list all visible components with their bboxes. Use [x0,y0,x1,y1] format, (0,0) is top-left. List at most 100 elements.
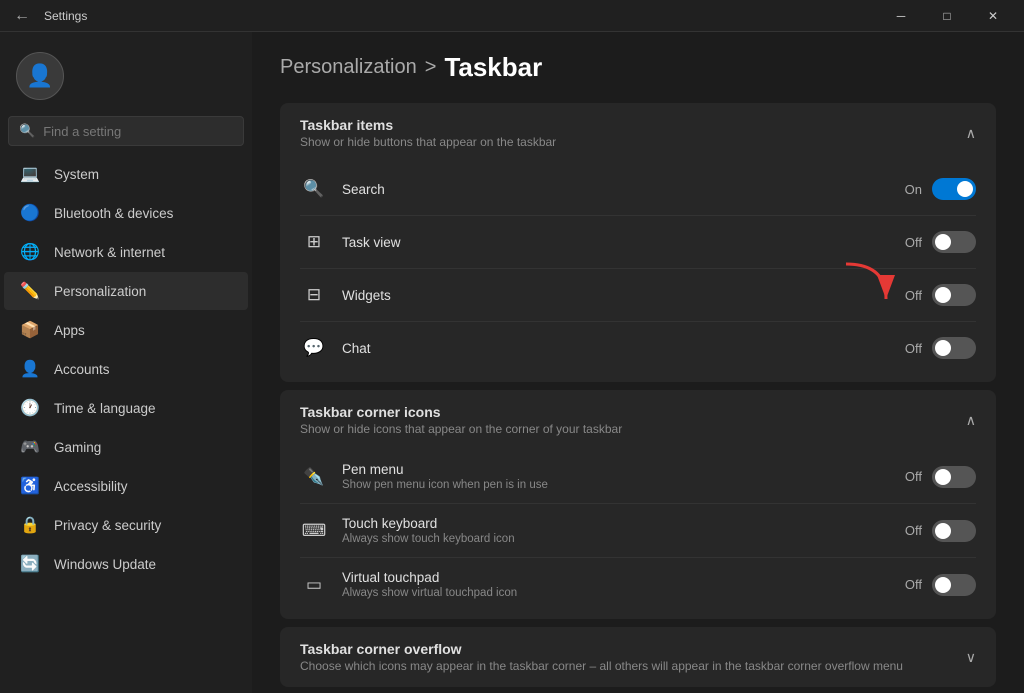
breadcrumb-parent[interactable]: Personalization [280,56,417,79]
section-header-taskbar-corner-overflow[interactable]: Taskbar corner overflow Choose which ico… [280,627,996,687]
sidebar-item-system[interactable]: 💻 System [4,155,248,193]
update-icon: 🔄 [20,554,40,574]
setting-row-search: 🔍 Search On [300,163,976,216]
sidebar-item-gaming[interactable]: 🎮 Gaming [4,428,248,466]
toggle-chat[interactable] [932,337,976,359]
section-subtitle-taskbar-corner-icons: Show or hide icons that appear on the co… [300,422,622,436]
section-title-taskbar-corner-overflow: Taskbar corner overflow [300,641,903,657]
toggle-pen-menu[interactable] [932,466,976,488]
sidebar-item-accessibility[interactable]: ♿ Accessibility [4,467,248,505]
setting-right-widgets: Off [905,284,976,306]
setting-right-chat: Off [905,337,976,359]
sidebar-item-privacy[interactable]: 🔒 Privacy & security [4,506,248,544]
titlebar: ← Settings ─ □ ✕ [0,0,1024,32]
toggle-label-widgets: Off [905,288,922,303]
setting-left-search: 🔍 Search [300,175,385,203]
setting-sub-touch-keyboard: Always show touch keyboard icon [342,533,515,545]
search-input[interactable] [43,124,233,139]
section-title-taskbar-corner-icons: Taskbar corner icons [300,404,622,420]
setting-label-taskview: Task view [342,235,401,250]
accounts-icon: 👤 [20,359,40,379]
search-icon: 🔍 [300,175,328,203]
avatar: 👤 [16,52,64,100]
toggle-touch-keyboard[interactable] [932,520,976,542]
setting-left-widgets: ⊟ Widgets [300,281,391,309]
sections-container: Taskbar items Show or hide buttons that … [280,103,996,693]
maximize-button[interactable]: □ [924,0,970,32]
section-header-taskbar-corner-icons[interactable]: Taskbar corner icons Show or hide icons … [280,390,996,450]
setting-sub-virtual-touchpad: Always show virtual touchpad icon [342,587,517,599]
personalization-icon: ✏️ [20,281,40,301]
setting-left-touch-keyboard: ⌨ Touch keyboard Always show touch keybo… [300,516,515,545]
sidebar-item-label: Accounts [54,362,110,377]
sidebar-item-personalization[interactable]: ✏️ Personalization [4,272,248,310]
system-icon: 💻 [20,164,40,184]
sidebar-item-label: Bluetooth & devices [54,206,173,221]
sidebar-item-accounts[interactable]: 👤 Accounts [4,350,248,388]
setting-row-touch-keyboard: ⌨ Touch keyboard Always show touch keybo… [300,504,976,558]
setting-row-taskview: ⊞ Task view Off [300,216,976,269]
setting-row-chat: 💬 Chat Off [300,322,976,374]
breadcrumb-current: Taskbar [444,52,542,83]
sidebar-item-label: Apps [54,323,85,338]
toggle-taskview[interactable] [932,231,976,253]
setting-right-pen-menu: Off [905,466,976,488]
nav-list: 💻 System 🔵 Bluetooth & devices 🌐 Network… [0,154,252,584]
sidebar-item-network[interactable]: 🌐 Network & internet [4,233,248,271]
setting-row-widgets: ⊟ Widgets [300,269,976,322]
sidebar-item-apps[interactable]: 📦 Apps [4,311,248,349]
close-button[interactable]: ✕ [970,0,1016,32]
section-taskbar-corner-overflow: Taskbar corner overflow Choose which ico… [280,627,996,687]
setting-left-pen-menu: ✒️ Pen menu Show pen menu icon when pen … [300,462,548,491]
setting-label-chat: Chat [342,341,371,356]
section-title-taskbar-items: Taskbar items [300,117,556,133]
setting-row-pen-menu: ✒️ Pen menu Show pen menu icon when pen … [300,450,976,504]
setting-right-search: On [905,178,976,200]
setting-left-taskview: ⊞ Task view [300,228,401,256]
toggle-label-pen-menu: Off [905,469,922,484]
sidebar-item-time[interactable]: 🕐 Time & language [4,389,248,427]
section-body-taskbar-corner-icons: ✒️ Pen menu Show pen menu icon when pen … [280,450,996,619]
sidebar-item-label: Windows Update [54,557,156,572]
toggle-virtual-touchpad[interactable] [932,574,976,596]
section-subtitle-taskbar-items: Show or hide buttons that appear on the … [300,135,556,149]
toggle-widgets[interactable] [932,284,976,306]
setting-row-virtual-touchpad: ▭ Virtual touchpad Always show virtual t… [300,558,976,611]
sidebar-item-label: Time & language [54,401,156,416]
privacy-icon: 🔒 [20,515,40,535]
toggle-label-chat: Off [905,341,922,356]
gaming-icon: 🎮 [20,437,40,457]
setting-right-virtual-touchpad: Off [905,574,976,596]
titlebar-controls: ─ □ ✕ [878,0,1016,32]
section-body-taskbar-items: 🔍 Search On ⊞ [280,163,996,382]
section-header-taskbar-items[interactable]: Taskbar items Show or hide buttons that … [280,103,996,163]
setting-label-pen-menu: Pen menu [342,462,548,477]
search-box[interactable]: 🔍 [8,116,244,146]
network-icon: 🌐 [20,242,40,262]
virtual-touchpad-icon: ▭ [300,571,328,599]
back-button[interactable]: ← [8,2,36,30]
setting-right-taskview: Off [905,231,976,253]
apps-icon: 📦 [20,320,40,340]
section-taskbar-corner-icons: Taskbar corner icons Show or hide icons … [280,390,996,619]
time-icon: 🕐 [20,398,40,418]
setting-right-touch-keyboard: Off [905,520,976,542]
sidebar-item-bluetooth[interactable]: 🔵 Bluetooth & devices [4,194,248,232]
toggle-search[interactable] [932,178,976,200]
toggle-label-touch-keyboard: Off [905,523,922,538]
setting-label-virtual-touchpad: Virtual touchpad [342,570,517,585]
toggle-label-search: On [905,182,922,197]
pen-menu-icon: ✒️ [300,463,328,491]
setting-left-chat: 💬 Chat [300,334,371,362]
setting-left-virtual-touchpad: ▭ Virtual touchpad Always show virtual t… [300,570,517,599]
widgets-icon: ⊟ [300,281,328,309]
app-container: 👤 🔍 💻 System 🔵 Bluetooth & devices 🌐 Net… [0,32,1024,693]
sidebar-item-update[interactable]: 🔄 Windows Update [4,545,248,583]
breadcrumb: Personalization > Taskbar [280,52,996,83]
titlebar-left: ← Settings [8,2,87,30]
bluetooth-icon: 🔵 [20,203,40,223]
section-subtitle-taskbar-corner-overflow: Choose which icons may appear in the tas… [300,659,903,673]
sidebar-item-label: Accessibility [54,479,128,494]
minimize-button[interactable]: ─ [878,0,924,32]
sidebar-item-label: Network & internet [54,245,165,260]
